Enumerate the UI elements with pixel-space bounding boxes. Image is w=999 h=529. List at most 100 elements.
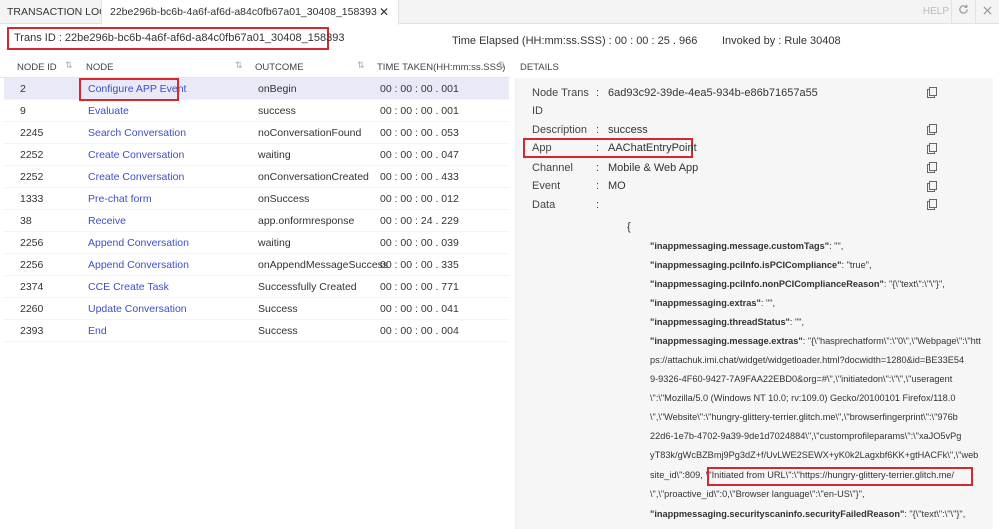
table-row[interactable]: 2 Configure APP Event onBegin 00 : 00 : … — [4, 78, 509, 101]
time-taken: 00 : 00 : 00 . 047 — [380, 149, 459, 161]
copy-icon[interactable] — [927, 124, 937, 135]
outcome: onConversationCreated — [258, 171, 369, 183]
colon: : — [596, 124, 600, 136]
node-id: 2252 — [20, 171, 44, 183]
highlight-box — [707, 467, 973, 486]
header-node[interactable]: NODE — [86, 62, 113, 73]
header-time-taken[interactable]: TIME TAKEN(HH:mm:ss.SSS) — [377, 62, 505, 73]
tab-transaction-detail[interactable]: 22be296b-bc6b-4a6f-af6d-a84c0fb67a01_304… — [101, 0, 399, 25]
header-node-id[interactable]: NODE ID — [17, 62, 57, 73]
table-row[interactable]: 2256 Append Conversation waiting 00 : 00… — [4, 232, 509, 254]
outcome: waiting — [258, 237, 291, 249]
table-row[interactable]: 2374 CCE Create Task Successfully Create… — [4, 276, 509, 298]
outcome: success — [258, 105, 296, 117]
data-label: Data — [532, 199, 556, 211]
table-row[interactable]: 2252 Create Conversation onConversationC… — [4, 166, 509, 188]
outcome: onAppendMessageSuccess — [258, 259, 389, 271]
invoked-by: Invoked by : Rule 30408 — [722, 35, 841, 47]
details-panel: Node Trans ID : 6ad93c92-39de-4ea5-934b-… — [515, 78, 993, 529]
time-taken: 00 : 00 : 00 . 001 — [380, 83, 459, 95]
outcome: noConversationFound — [258, 127, 362, 139]
table-row[interactable]: 2393 End Success 00 : 00 : 00 . 004 — [4, 320, 509, 342]
json-line: 9-9326-4F60-9427-7A9FAA22EBD0&org=#\",\"… — [650, 374, 953, 384]
node-link[interactable]: Search Conversation — [88, 122, 186, 144]
details-title: DETAILS — [520, 62, 559, 73]
json-line: "inappmessaging.pciInfo.nonPCICompliance… — [650, 279, 945, 289]
table-row[interactable]: 38 Receive app.onformresponse 00 : 00 : … — [4, 210, 509, 232]
description-label: Description — [532, 124, 588, 136]
node-trans-label-2: ID — [532, 105, 543, 117]
tab-transaction-logs[interactable]: TRANSACTION LOGS — [7, 0, 114, 24]
node-trans-label: Node Trans — [532, 87, 589, 99]
copy-icon[interactable] — [927, 87, 937, 98]
transaction-table: 2 Configure APP Event onBegin 00 : 00 : … — [4, 78, 509, 342]
node-id: 9 — [20, 105, 26, 117]
node-link[interactable]: CCE Create Task — [88, 276, 169, 298]
colon: : — [596, 162, 600, 174]
header-outcome[interactable]: OUTCOME — [255, 62, 304, 73]
time-elapsed: Time Elapsed (HH:mm:ss.SSS) : 00 : 00 : … — [452, 35, 698, 47]
table-row[interactable]: 2245 Search Conversation noConversationF… — [4, 122, 509, 144]
json-line: \",\"proactive_id\":0,\"Browser language… — [650, 489, 865, 499]
copy-icon[interactable] — [927, 162, 937, 173]
node-link[interactable]: End — [88, 320, 107, 342]
tab-bar: TRANSACTION LOGS 22be296b-bc6b-4a6f-af6d… — [0, 0, 999, 25]
node-id: 2260 — [20, 303, 44, 315]
outcome: app.onformresponse — [258, 215, 355, 227]
table-row[interactable]: 2260 Update Conversation Success 00 : 00… — [4, 298, 509, 320]
help-link[interactable]: HELP — [923, 0, 949, 24]
time-taken: 00 : 00 : 00 . 001 — [380, 105, 459, 117]
table-row[interactable]: 1333 Pre-chat form onSuccess 00 : 00 : 0… — [4, 188, 509, 210]
json-line: "inappmessaging.pciInfo.isPCICompliance"… — [650, 260, 872, 270]
node-id: 2393 — [20, 325, 44, 337]
node-trans-value: 6ad93c92-39de-4ea5-934b-e86b71657a55 — [608, 87, 818, 99]
json-line: "inappmessaging.message.customTags": "", — [650, 241, 844, 251]
time-taken: 00 : 00 : 00 . 433 — [380, 171, 459, 183]
node-link[interactable]: Append Conversation — [88, 254, 189, 276]
node-link[interactable]: Pre-chat form — [88, 188, 152, 210]
refresh-icon[interactable] — [951, 0, 975, 24]
tab-label: 22be296b-bc6b-4a6f-af6d-a84c0fb67a01_304… — [110, 6, 377, 18]
sort-time-icon[interactable]: ⇅ — [498, 60, 506, 71]
colon: : — [596, 142, 600, 154]
time-taken: 00 : 00 : 00 . 041 — [380, 303, 459, 315]
tab-close-icon[interactable]: ✕ — [379, 0, 389, 24]
node-link[interactable]: Update Conversation — [88, 298, 187, 320]
highlight-box — [79, 78, 179, 101]
close-icon[interactable] — [975, 0, 999, 24]
table-row[interactable]: 9 Evaluate success 00 : 00 : 00 . 001 — [4, 100, 509, 122]
json-line: "inappmessaging.message.extras": "{\"has… — [650, 336, 981, 346]
node-link[interactable]: Create Conversation — [88, 166, 184, 188]
json-line: "inappmessaging.threadStatus": "", — [650, 317, 805, 327]
time-taken: 00 : 00 : 00 . 053 — [380, 127, 459, 139]
sort-node-id-icon[interactable]: ⇅ — [65, 60, 73, 71]
node-id: 2374 — [20, 281, 44, 293]
app-label: App — [532, 142, 552, 154]
node-link[interactable]: Evaluate — [88, 100, 129, 122]
node-id: 2245 — [20, 127, 44, 139]
node-id: 2256 — [20, 237, 44, 249]
copy-icon[interactable] — [927, 143, 937, 154]
trans-id: Trans ID : 22be296b-bc6b-4a6f-af6d-a84c0… — [7, 27, 344, 50]
sort-node-icon[interactable]: ⇅ — [235, 60, 243, 71]
outcome: onSuccess — [258, 193, 310, 205]
outcome: Success — [258, 325, 298, 337]
copy-icon[interactable] — [927, 181, 937, 192]
description-value: success — [608, 124, 648, 136]
channel-label: Channel — [532, 162, 573, 174]
time-taken: 00 : 00 : 00 . 004 — [380, 325, 459, 337]
json-line: \":\"Mozilla/5.0 (Windows NT 10.0; rv:10… — [650, 393, 956, 403]
node-link[interactable]: Append Conversation — [88, 232, 189, 254]
sort-outcome-icon[interactable]: ⇅ — [357, 60, 365, 71]
table-row[interactable]: 2256 Append Conversation onAppendMessage… — [4, 254, 509, 276]
event-value: MO — [608, 180, 626, 192]
node-link[interactable]: Create Conversation — [88, 144, 184, 166]
node-link[interactable]: Receive — [88, 210, 126, 232]
node-id: 1333 — [20, 193, 44, 205]
node-id: 2 — [20, 83, 26, 95]
table-row[interactable]: 2252 Create Conversation waiting 00 : 00… — [4, 144, 509, 166]
node-id: 2256 — [20, 259, 44, 271]
event-label: Event — [532, 180, 561, 192]
copy-icon[interactable] — [927, 199, 937, 210]
json-line: "inappmessaging.extras": "", — [650, 298, 776, 308]
